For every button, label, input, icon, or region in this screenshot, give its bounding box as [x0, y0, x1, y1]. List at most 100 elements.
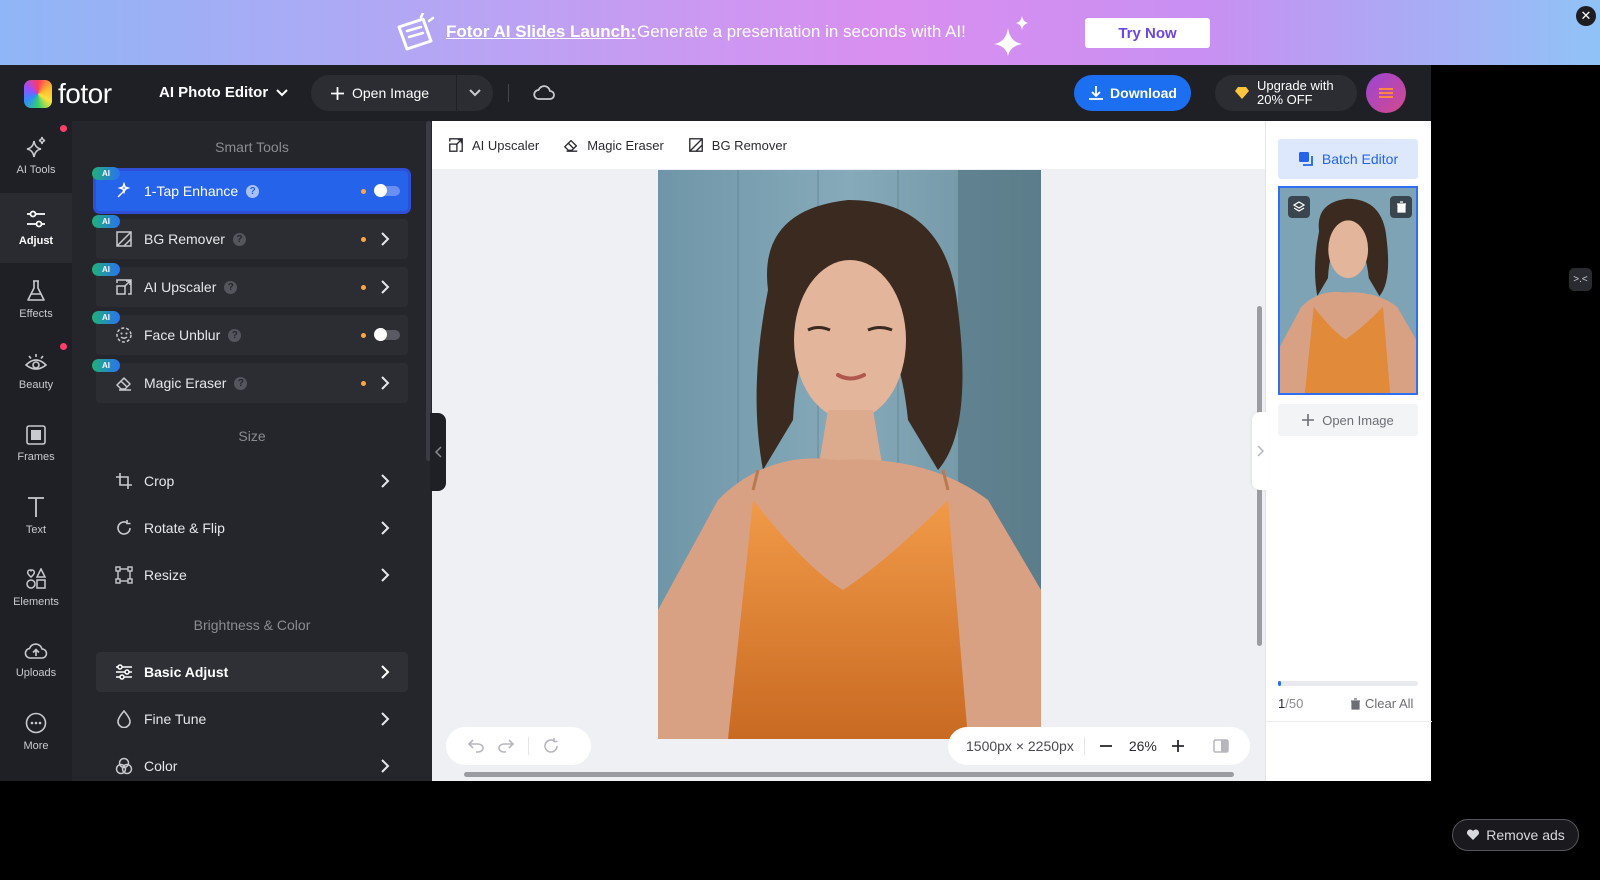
- avatar[interactable]: [1366, 73, 1406, 113]
- tool-face-unblur[interactable]: Face Unblur ?: [96, 315, 408, 355]
- rail-item-elements[interactable]: Elements: [0, 553, 72, 623]
- rail-item-uploads[interactable]: Uploads: [0, 625, 72, 695]
- menu-icon: [1379, 88, 1393, 98]
- trash-icon[interactable]: [1390, 196, 1412, 218]
- rail-item-effects[interactable]: Effects: [0, 265, 72, 335]
- add-image-button[interactable]: Open Image: [1278, 404, 1418, 436]
- droplet-icon: [114, 709, 134, 729]
- quick-magic-eraser[interactable]: Magic Eraser: [563, 137, 664, 153]
- try-now-button[interactable]: Try Now: [1085, 18, 1210, 48]
- text-icon: [28, 497, 44, 517]
- tool-label: Fine Tune: [144, 711, 207, 727]
- diamond-icon: [1235, 87, 1249, 99]
- ai-badge: AI: [92, 167, 120, 180]
- expand-right-panel-tab[interactable]: [1252, 412, 1268, 490]
- tool-1-tap-enhance[interactable]: 1-Tap Enhance ?: [96, 171, 408, 211]
- remove-ads-button[interactable]: Remove ads: [1452, 819, 1579, 851]
- eraser-icon: [114, 373, 134, 393]
- banner-close-button[interactable]: ✕: [1576, 6, 1596, 26]
- rail-label: Text: [25, 524, 47, 536]
- redo-icon[interactable]: [498, 739, 514, 753]
- promo-banner: Fotor AI Slides Launch: Generate a prese…: [0, 0, 1600, 65]
- enhance-toggle[interactable]: [374, 184, 400, 197]
- fotor-logo[interactable]: fotor: [24, 78, 112, 110]
- rotate-icon: [114, 518, 134, 538]
- undo-icon[interactable]: [468, 739, 484, 753]
- zoom-out-icon[interactable]: [1099, 739, 1113, 753]
- panel-divider: [1266, 721, 1432, 722]
- tool-crop[interactable]: Crop: [96, 461, 408, 501]
- slides-logo-icon: [397, 13, 435, 51]
- sparkles-icon: [26, 136, 46, 158]
- tool-color[interactable]: Color: [96, 746, 408, 781]
- trash-icon: [1351, 697, 1360, 710]
- tool-bg-remover[interactable]: BG Remover ?: [96, 219, 408, 259]
- frame-icon: [26, 425, 46, 445]
- canvas-horizontal-scrollbar[interactable]: [464, 772, 1234, 777]
- side-widget-button[interactable]: >.<: [1569, 268, 1592, 291]
- chevron-right-icon: [1256, 445, 1264, 457]
- download-button[interactable]: Download: [1074, 75, 1191, 111]
- help-icon[interactable]: ?: [232, 232, 246, 246]
- ai-credit-dot: [361, 285, 366, 290]
- open-image-dropdown[interactable]: [457, 89, 493, 97]
- toolbar-divider: [508, 84, 509, 102]
- quick-tools-bar: AI Upscaler Magic Eraser BG Remover: [432, 121, 1265, 169]
- tool-rotate-flip[interactable]: Rotate & Flip: [96, 508, 408, 548]
- remove-ads-label: Remove ads: [1486, 827, 1565, 843]
- batch-editor-label: Batch Editor: [1321, 151, 1399, 167]
- upscale-icon: [449, 138, 463, 152]
- help-icon[interactable]: ?: [228, 328, 242, 342]
- rail-item-frames[interactable]: Frames: [0, 409, 72, 479]
- tool-magic-eraser[interactable]: Magic Eraser ?: [96, 363, 408, 403]
- tool-rail: AI Tools Adjust Effects Beauty Frames Te…: [0, 121, 72, 781]
- chevron-right-icon: [381, 474, 390, 488]
- compare-icon[interactable]: [1213, 739, 1229, 753]
- batch-progress-bar: [1278, 681, 1418, 686]
- face-icon: [114, 325, 134, 345]
- panel-scrollbar[interactable]: [426, 121, 431, 461]
- ai-credit-dot: [361, 381, 366, 386]
- layers-icon[interactable]: [1288, 196, 1310, 218]
- rail-item-adjust[interactable]: Adjust: [0, 193, 72, 263]
- chevron-down-icon: [276, 88, 288, 96]
- plus-icon: [1302, 414, 1315, 426]
- zoom-level[interactable]: 26%: [1129, 738, 1157, 754]
- flask-icon: [27, 280, 45, 301]
- rail-item-text[interactable]: Text: [0, 481, 72, 551]
- tool-basic-adjust[interactable]: Basic Adjust: [96, 652, 408, 692]
- batch-editor-button[interactable]: Batch Editor: [1278, 139, 1418, 179]
- edited-photo[interactable]: [658, 170, 1041, 739]
- upgrade-line1: Upgrade with: [1257, 78, 1334, 93]
- zoom-in-icon[interactable]: [1171, 739, 1185, 753]
- face-unblur-toggle[interactable]: [374, 328, 400, 341]
- open-image-button[interactable]: Open Image: [311, 75, 457, 111]
- editor-mode-dropdown[interactable]: AI Photo Editor: [159, 84, 288, 101]
- collapse-panel-tab[interactable]: [430, 413, 446, 491]
- zoom-controls: 1500px × 2250px 26%: [948, 727, 1250, 765]
- tool-fine-tune[interactable]: Fine Tune: [96, 699, 408, 739]
- crop-icon: [114, 471, 134, 491]
- quick-bg-remover[interactable]: BG Remover: [688, 137, 787, 153]
- quick-ai-upscaler[interactable]: AI Upscaler: [448, 137, 539, 153]
- history-controls: [446, 727, 591, 765]
- tool-label: Basic Adjust: [144, 664, 229, 680]
- quick-tool-label: AI Upscaler: [472, 137, 540, 153]
- reset-icon[interactable]: [543, 738, 559, 754]
- chevron-right-icon: [381, 280, 390, 294]
- clear-all-button[interactable]: Clear All: [1350, 696, 1413, 711]
- fotor-logo-icon: [24, 80, 52, 108]
- tool-resize[interactable]: Resize: [96, 555, 408, 595]
- tool-ai-upscaler[interactable]: AI Upscaler ?: [96, 267, 408, 307]
- upgrade-button[interactable]: Upgrade with 20% OFF: [1215, 75, 1357, 111]
- banner-title[interactable]: Fotor AI Slides Launch:: [446, 22, 636, 42]
- sliders-icon: [27, 210, 45, 228]
- ai-badge: AI: [92, 215, 120, 228]
- image-thumbnail[interactable]: [1278, 186, 1418, 395]
- cloud-icon[interactable]: [533, 83, 555, 101]
- help-icon[interactable]: ?: [246, 184, 260, 198]
- help-icon[interactable]: ?: [224, 280, 238, 294]
- history-divider: [528, 737, 529, 755]
- rail-item-more[interactable]: More: [0, 697, 72, 767]
- help-icon[interactable]: ?: [234, 376, 248, 390]
